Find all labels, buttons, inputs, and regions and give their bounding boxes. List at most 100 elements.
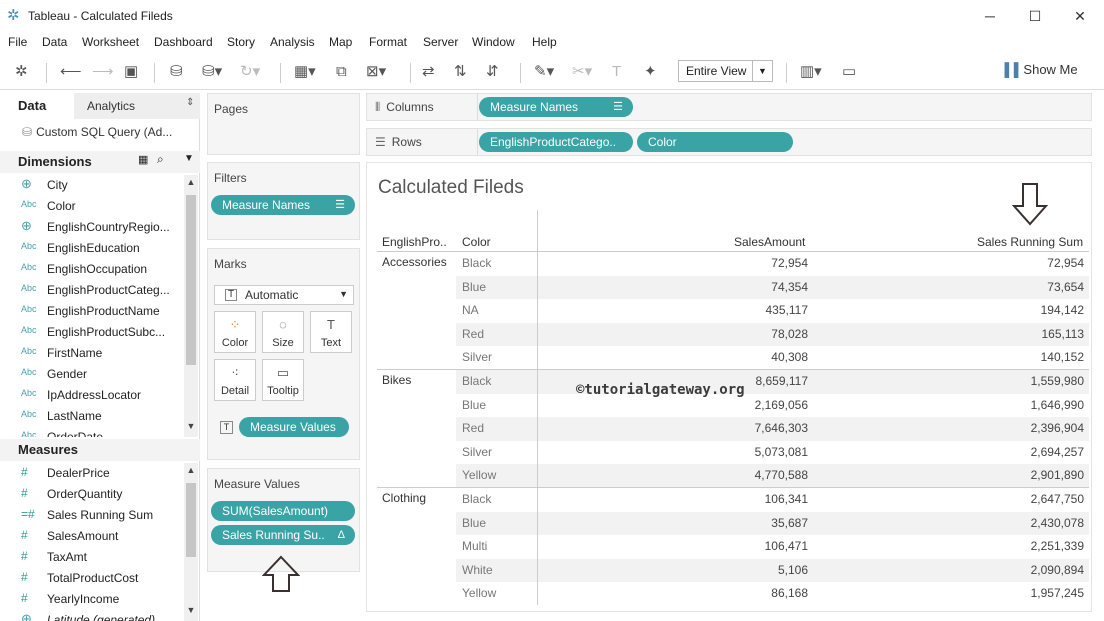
show-me-button[interactable]: ▐▐ Show Me xyxy=(1000,62,1078,77)
detail-button[interactable]: ⁖ Detail xyxy=(214,359,256,401)
tab-data[interactable]: Data xyxy=(0,93,74,119)
refresh-icon[interactable]: ↻▾ xyxy=(240,62,260,82)
running-sum-value[interactable]: 2,090,894 xyxy=(1031,563,1084,577)
salesamount-value[interactable]: 106,341 xyxy=(765,492,808,506)
color-label[interactable]: Silver xyxy=(462,350,492,364)
pause-updates-icon[interactable]: ⛁▾ xyxy=(202,62,222,82)
rows-pill-color[interactable]: Color xyxy=(637,132,793,152)
field-item[interactable]: ⊕ City xyxy=(0,175,183,196)
running-sum-value[interactable]: 194,142 xyxy=(1041,303,1084,317)
duplicate-sheet-icon[interactable]: ⧉ xyxy=(336,62,347,82)
color-label[interactable]: Black xyxy=(462,256,491,270)
scroll-up-icon[interactable]: ▲ xyxy=(185,177,197,187)
menu-server[interactable]: Server xyxy=(423,35,458,49)
running-sum-value[interactable]: 1,559,980 xyxy=(1031,374,1084,388)
color-label[interactable]: Red xyxy=(462,421,484,435)
salesamount-value[interactable]: 2,169,056 xyxy=(755,398,808,412)
salesamount-value[interactable]: 8,659,117 xyxy=(756,374,809,388)
salesamount-value[interactable]: 7,646,303 xyxy=(755,421,808,435)
running-sum-value[interactable]: 165,113 xyxy=(1042,327,1085,341)
header-salesamount[interactable]: SalesAmount xyxy=(734,235,805,249)
color-label[interactable]: Silver xyxy=(462,445,492,459)
show-mark-labels-icon[interactable]: T xyxy=(612,62,621,82)
highlight-icon[interactable]: ✎▾ xyxy=(534,62,554,82)
header-color[interactable]: Color xyxy=(462,235,491,249)
fix-axes-icon[interactable]: ✦ xyxy=(644,62,657,82)
category-label[interactable]: Clothing xyxy=(382,491,426,505)
color-label[interactable]: Black xyxy=(462,374,491,388)
save-icon[interactable]: ▣ xyxy=(124,62,138,82)
salesamount-value[interactable]: 35,687 xyxy=(771,516,808,530)
text-button[interactable]: T Text xyxy=(310,311,352,353)
group-members-icon[interactable]: ✂▾ xyxy=(572,62,592,82)
show-cards-icon[interactable]: ▥▾ xyxy=(800,62,822,82)
rows-shelf[interactable]: ☰ Rows EnglishProductCatego.. Color xyxy=(366,128,1092,156)
field-item[interactable]: ⊕ Latitude (generated) xyxy=(0,610,183,621)
dimensions-menu-icon[interactable]: ▼ xyxy=(184,153,194,164)
measures-scrollbar[interactable]: ▲ ▼ xyxy=(184,463,198,621)
header-sales-running-sum[interactable]: Sales Running Sum xyxy=(977,235,1083,249)
salesamount-value[interactable]: 435,117 xyxy=(766,303,809,317)
scroll-down-icon[interactable]: ▼ xyxy=(185,421,197,431)
mark-type-dropdown[interactable]: T Automatic ▼ xyxy=(214,285,354,305)
datasource-item[interactable]: ⛁ Custom SQL Query (Ad... xyxy=(22,125,172,139)
color-label[interactable]: Blue xyxy=(462,516,486,530)
color-label[interactable]: Yellow xyxy=(462,586,496,600)
undo-icon[interactable]: ⟵ xyxy=(60,62,82,82)
field-item[interactable]: ⊕ EnglishCountryRegio... xyxy=(0,217,183,238)
salesamount-value[interactable]: 106,471 xyxy=(765,539,808,553)
scroll-thumb[interactable] xyxy=(186,195,196,365)
field-item[interactable]: Abc IpAddressLocator xyxy=(0,385,183,406)
tab-arrows-icon[interactable]: ⇕ xyxy=(186,97,194,108)
dimensions-scrollbar[interactable]: ▲ ▼ xyxy=(184,175,198,437)
field-item[interactable]: Abc LastName xyxy=(0,406,183,427)
salesamount-value[interactable]: 78,028 xyxy=(771,327,808,341)
field-item[interactable]: # SalesAmount xyxy=(0,526,183,547)
salesamount-value[interactable]: 5,106 xyxy=(778,563,808,577)
sort-ascending-icon[interactable]: ⇅ xyxy=(454,62,467,82)
chevron-down-icon[interactable]: ▼ xyxy=(339,289,348,299)
search-icon[interactable]: ⌕ xyxy=(157,152,164,167)
field-item[interactable]: # YearlyIncome xyxy=(0,589,183,610)
swap-rows-columns-icon[interactable]: ⇄ xyxy=(422,62,435,82)
menu-format[interactable]: Format xyxy=(369,35,407,49)
field-item[interactable]: Abc EnglishProductName xyxy=(0,301,183,322)
running-sum-value[interactable]: 2,430,078 xyxy=(1031,516,1084,530)
running-sum-value[interactable]: 1,646,990 xyxy=(1031,398,1084,412)
columns-shelf[interactable]: ⦀ Columns Measure Names ☰ xyxy=(366,93,1092,121)
salesamount-value[interactable]: 72,954 xyxy=(771,256,808,270)
field-item[interactable]: Abc EnglishProductSubc... xyxy=(0,322,183,343)
tooltip-button[interactable]: ▭ Tooltip xyxy=(262,359,304,401)
close-button[interactable]: ✕ xyxy=(1070,6,1090,26)
field-item[interactable]: Abc OrderDate xyxy=(0,427,183,437)
category-label[interactable]: Accessories xyxy=(382,255,447,269)
color-label[interactable]: Blue xyxy=(462,280,486,294)
menu-help[interactable]: Help xyxy=(532,35,557,49)
marks-pill-measure-values[interactable]: Measure Values xyxy=(239,417,349,437)
view-list-icon[interactable]: ▦ xyxy=(138,153,148,166)
salesamount-value[interactable]: 4,770,588 xyxy=(755,468,808,482)
color-label[interactable]: Multi xyxy=(462,539,487,553)
field-item[interactable]: Abc Gender xyxy=(0,364,183,385)
menu-file[interactable]: File xyxy=(8,35,27,49)
size-button[interactable]: ◌ Size xyxy=(262,311,304,353)
field-item[interactable]: # TaxAmt xyxy=(0,547,183,568)
running-sum-value[interactable]: 73,654 xyxy=(1047,280,1084,294)
menu-window[interactable]: Window xyxy=(472,35,515,49)
new-datasource-icon[interactable]: ⛁ xyxy=(170,62,183,82)
menu-analysis[interactable]: Analysis xyxy=(270,35,315,49)
maximize-button[interactable]: ☐ xyxy=(1025,6,1045,26)
menu-map[interactable]: Map xyxy=(329,35,352,49)
color-label[interactable]: White xyxy=(462,563,493,577)
running-sum-value[interactable]: 2,396,904 xyxy=(1031,421,1084,435)
menu-data[interactable]: Data xyxy=(42,35,67,49)
color-label[interactable]: Black xyxy=(462,492,491,506)
salesamount-value[interactable]: 5,073,081 xyxy=(755,445,808,459)
menu-dashboard[interactable]: Dashboard xyxy=(154,35,213,49)
pages-card[interactable]: Pages xyxy=(207,93,360,155)
running-sum-value[interactable]: 1,957,245 xyxy=(1031,586,1084,600)
tab-analytics[interactable]: Analytics xyxy=(87,99,135,113)
filters-card[interactable]: Filters Measure Names ☰ xyxy=(207,162,360,240)
category-label[interactable]: Bikes xyxy=(382,373,411,387)
running-sum-value[interactable]: 72,954 xyxy=(1047,256,1084,270)
